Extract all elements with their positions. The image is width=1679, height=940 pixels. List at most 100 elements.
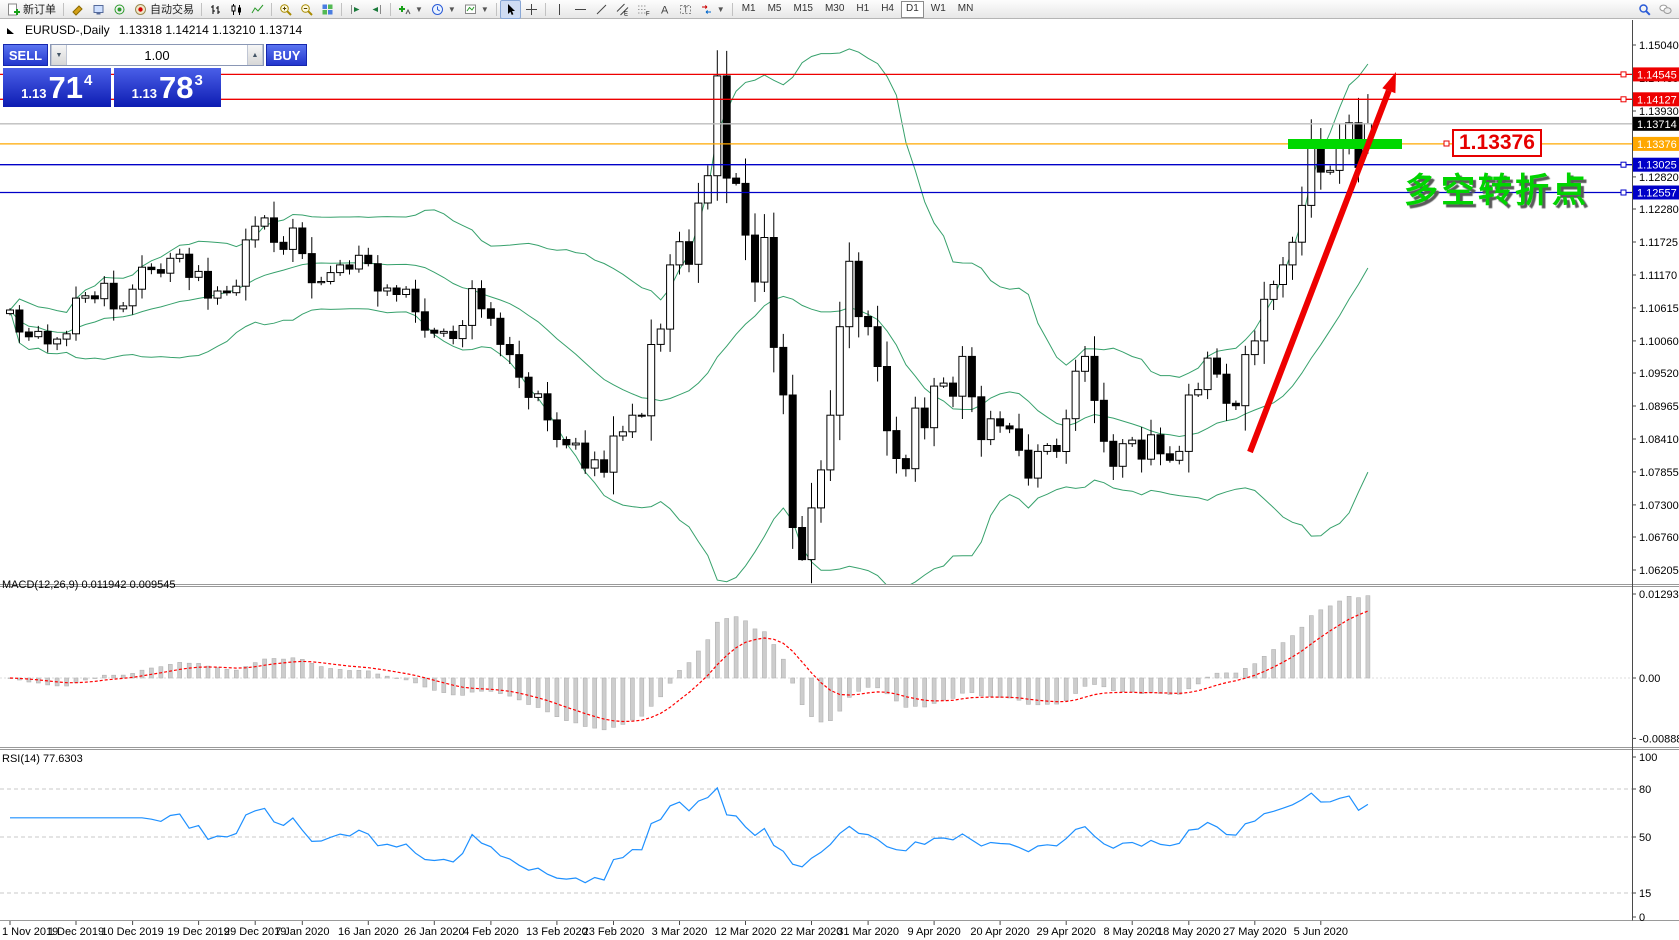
signals-button[interactable] [109, 0, 130, 19]
date-tick-label: 7 Jan 2020 [275, 926, 329, 938]
timeframe-button-m15[interactable]: M15 [789, 1, 818, 18]
fibonacci-button[interactable]: F [633, 0, 654, 19]
line-drag-handle[interactable] [1621, 72, 1626, 77]
price-tick-label: 1.12820 [1639, 172, 1679, 184]
equidistant-channel-button[interactable]: E [612, 0, 633, 19]
sell-price-big: 71 [48, 70, 82, 105]
timeframe-button-m1[interactable]: M1 [737, 1, 761, 18]
sell-price-prefix: 1.13 [21, 86, 46, 101]
svg-text:A: A [661, 4, 669, 16]
line-drag-handle[interactable] [1621, 190, 1626, 195]
dropdown-arrow-icon: ▼ [481, 5, 489, 14]
rsi-indicator-label: RSI(14) 77.6303 [2, 753, 83, 765]
timeframe-button-m30[interactable]: M30 [820, 1, 849, 18]
price-level-tag[interactable]: 1.13376 [1452, 129, 1542, 157]
date-tick-label: 1 Dec 2019 [48, 926, 104, 938]
timeframe-button-h4[interactable]: H4 [876, 1, 899, 18]
dropdown-arrow-icon: ▼ [415, 5, 423, 14]
volume-decrease-button[interactable]: ▼ [51, 45, 67, 65]
timeframe-button-m5[interactable]: M5 [763, 1, 787, 18]
sell-price[interactable]: 1.13714 [3, 68, 111, 107]
date-tick-label: 18 May 2020 [1157, 926, 1221, 938]
sell-button[interactable]: SELL [3, 44, 48, 66]
search-button[interactable] [1634, 0, 1655, 19]
crosshair-button[interactable] [521, 0, 542, 19]
timeframe-button-mn[interactable]: MN [953, 1, 979, 18]
trendline-button[interactable] [591, 0, 612, 19]
symbol-corner-icon [6, 25, 16, 35]
trend-arrow-head[interactable] [1382, 72, 1396, 93]
bollinger-bands-layer [10, 49, 1368, 595]
line-chart-button[interactable] [247, 0, 268, 19]
line-drag-handle[interactable] [1621, 162, 1626, 167]
chart-canvas[interactable]: 1.150401.144851.139301.128201.122801.117… [0, 0, 1679, 940]
toolbar-separator [545, 3, 546, 16]
styler-button[interactable] [67, 0, 88, 19]
timeframe-button-d1[interactable]: D1 [901, 1, 924, 18]
candles-icon [230, 3, 243, 16]
new-order-button[interactable]: 新订单 [3, 0, 60, 19]
terminal-icon [92, 3, 105, 16]
buy-button[interactable]: BUY [266, 44, 307, 66]
price-axis[interactable]: 1.150401.144851.139301.128201.122801.117… [1632, 40, 1679, 577]
support-zone-bar[interactable] [1288, 139, 1402, 149]
templates-button[interactable]: ▼ [460, 0, 493, 19]
terminal-button[interactable] [88, 0, 109, 19]
price-tick-label: 1.07855 [1639, 467, 1679, 479]
periods-button[interactable]: ▼ [427, 0, 460, 19]
time-axis[interactable]: 1 Nov 20191 Dec 201910 Dec 201919 Dec 20… [2, 921, 1348, 938]
tag-anchor-handle[interactable] [1444, 141, 1449, 146]
templates-icon [464, 3, 477, 16]
horizontal-line-button[interactable] [570, 0, 591, 19]
vertical-line-button[interactable] [549, 0, 570, 19]
search-icon [1638, 3, 1651, 16]
cn-annotation-text[interactable]: 多空转折点 [1404, 163, 1589, 212]
autoscroll-icon [349, 3, 362, 16]
mt4-window: 新订单 自动交易 ▼ ▼ ▼ EFA T ▼ M1M5M15M30H1H4D1W1MN 1.15… [0, 0, 1679, 940]
cursor-button[interactable] [500, 0, 521, 19]
line-drag-handle[interactable] [1621, 97, 1626, 102]
svg-text:T: T [683, 5, 688, 14]
date-tick-label: 13 Feb 2020 [526, 926, 588, 938]
zoom-in-button[interactable] [275, 0, 296, 19]
timeframe-button-w1[interactable]: W1 [926, 1, 951, 18]
buy-price[interactable]: 1.13783 [114, 68, 222, 107]
svg-text:80: 80 [1639, 784, 1651, 796]
volume-increase-button[interactable]: ▲ [247, 45, 263, 65]
svg-text:0.00: 0.00 [1639, 673, 1660, 685]
buy-price-pip: 3 [194, 72, 202, 105]
date-tick-label: 20 Apr 2020 [970, 926, 1029, 938]
indicators-button[interactable]: ▼ [394, 0, 427, 19]
date-tick-label: 16 Jan 2020 [338, 926, 399, 938]
price-tick-label: 1.10615 [1639, 303, 1679, 315]
crosshair-icon [525, 3, 538, 16]
community-button[interactable] [1655, 0, 1676, 19]
date-tick-label: 4 Feb 2020 [463, 926, 519, 938]
tile-icon [321, 3, 334, 16]
auto-scroll-button[interactable] [345, 0, 366, 19]
date-tick-label: 19 Dec 2019 [167, 926, 229, 938]
chart-shift-button[interactable] [366, 0, 387, 19]
autotrade-icon [134, 3, 147, 16]
pane-borders [0, 20, 1679, 921]
timeframe-button-h1[interactable]: H1 [851, 1, 874, 18]
text-button[interactable]: A [654, 0, 675, 19]
rsi-axis: 1008050150 [1632, 752, 1657, 924]
dropdown-arrow-icon: ▼ [717, 5, 725, 14]
price-badge-label: 1.13376 [1637, 139, 1677, 151]
auto-trading-button[interactable]: 自动交易 [130, 0, 198, 19]
text-label-button[interactable]: T [675, 0, 696, 19]
arrows-button[interactable]: ▼ [696, 0, 729, 19]
price-tick-label: 1.11170 [1639, 270, 1677, 282]
tile-windows-button[interactable] [317, 0, 338, 19]
candle-chart-button[interactable] [226, 0, 247, 19]
price-badge-label: 1.14545 [1637, 69, 1677, 81]
price-tick-label: 1.07300 [1639, 500, 1679, 512]
chart-ohlc-values: 1.13318 1.14214 1.13210 1.13714 [119, 23, 303, 37]
macd-axis: 0.0129340.00-0.008884 [1632, 589, 1679, 745]
periods-icon [431, 3, 444, 16]
zoom-out-button[interactable] [296, 0, 317, 19]
volume-input[interactable] [67, 45, 247, 65]
channel-icon: E [616, 3, 629, 16]
bar-chart-button[interactable] [205, 0, 226, 19]
